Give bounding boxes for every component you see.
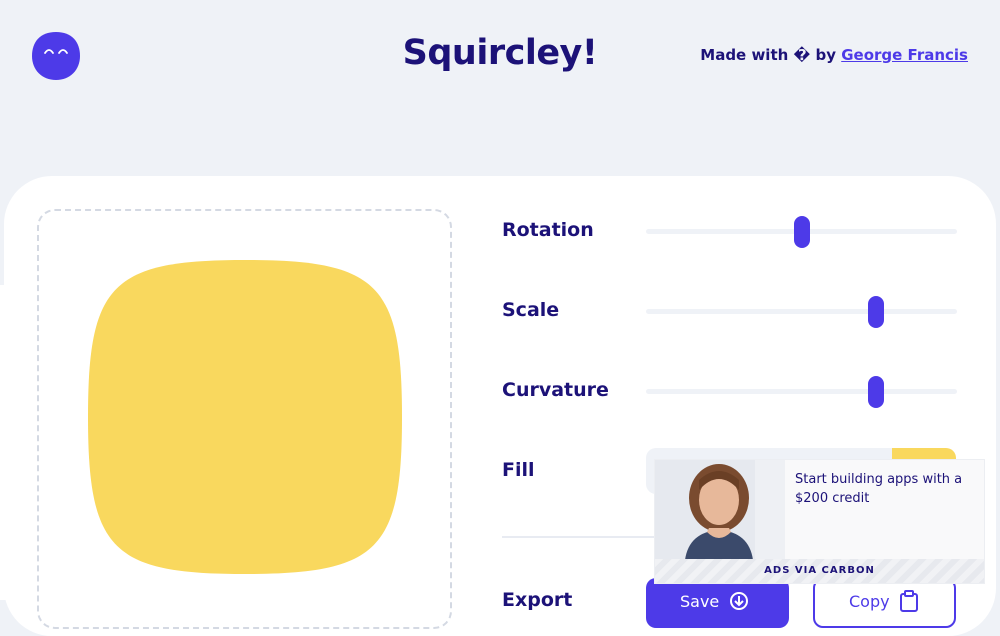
rotation-slider-thumb[interactable] [793, 216, 810, 248]
scale-slider-track[interactable] [646, 309, 957, 314]
curvature-slider-track[interactable] [646, 389, 957, 394]
scale-slider-thumb[interactable] [868, 296, 885, 328]
copy-button-label: Copy [849, 592, 890, 611]
ad-footer[interactable]: ADS VIA CARBON [655, 559, 984, 583]
export-label: Export [502, 589, 573, 611]
credit-line: Made with � by George Francis [700, 46, 968, 64]
carbon-ad[interactable]: Start building apps with a $200 credit A… [654, 459, 985, 584]
fill-label: Fill [502, 459, 535, 481]
scale-label: Scale [502, 299, 560, 321]
credit-prefix: Made with [700, 46, 789, 64]
download-icon [730, 592, 748, 610]
ad-person-image [655, 460, 785, 560]
ad-text[interactable]: Start building apps with a $200 credit [795, 470, 975, 508]
rotation-label: Rotation [502, 219, 594, 241]
ad-image[interactable] [655, 460, 785, 560]
curvature-slider-thumb[interactable] [868, 376, 885, 408]
credit-by: by [815, 46, 836, 64]
copy-button[interactable]: Copy [813, 578, 956, 628]
clipboard-icon [900, 590, 918, 612]
save-button-label: Save [680, 592, 720, 611]
squircle-shape [88, 260, 402, 574]
heart-icon: � [793, 46, 811, 64]
author-link[interactable]: George Francis [841, 46, 968, 64]
curvature-label: Curvature [502, 379, 609, 401]
save-button[interactable]: Save [646, 578, 789, 628]
